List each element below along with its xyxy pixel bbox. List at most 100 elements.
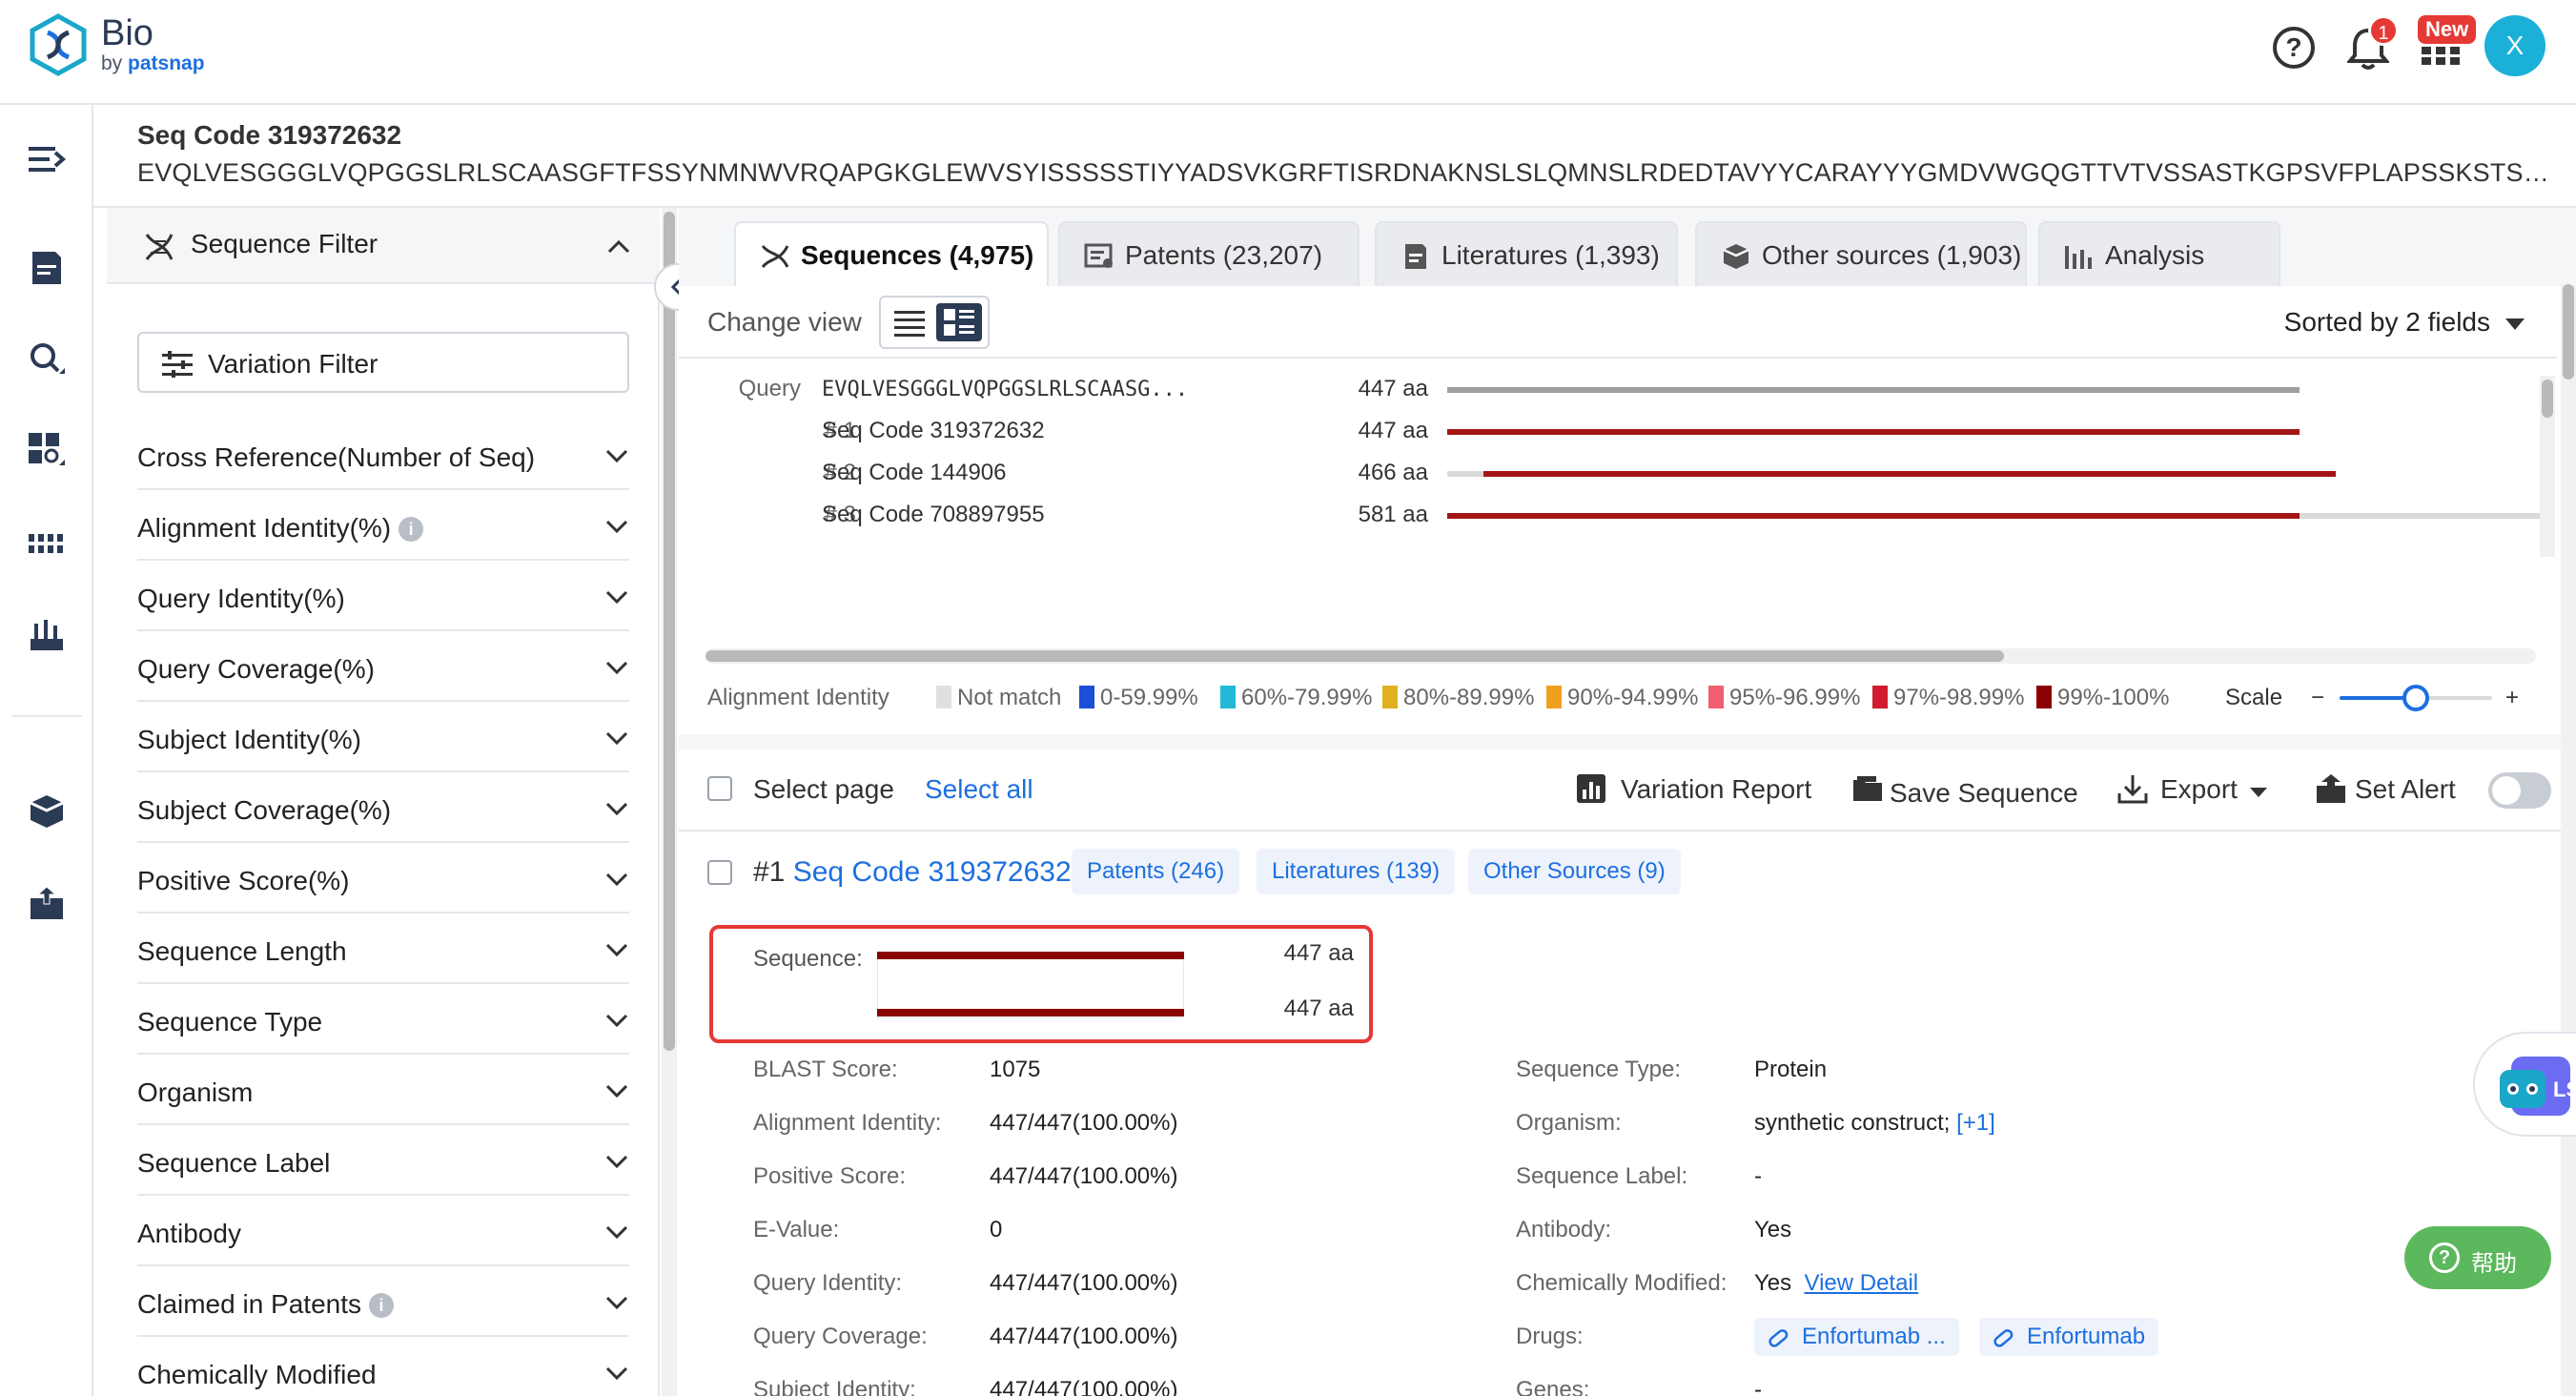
- box-icon[interactable]: [27, 791, 67, 831]
- pill-icon: [1766, 1325, 1790, 1350]
- other-sources-tag[interactable]: Other Sources (9): [1468, 849, 1681, 894]
- scale-slider-handle[interactable]: [2402, 685, 2429, 711]
- chevron-down-icon[interactable]: [604, 1152, 629, 1171]
- scale-minus-button[interactable]: −: [2311, 685, 2324, 711]
- result-checkbox[interactable]: [707, 860, 732, 885]
- lab-icon[interactable]: [27, 616, 67, 656]
- tab-label: Literatures (1,393): [1441, 240, 1660, 271]
- result-title-link[interactable]: Seq Code 319372632: [793, 856, 1072, 888]
- legend-swatch: [2036, 686, 2052, 708]
- scrollbar-thumb[interactable]: [2542, 380, 2553, 418]
- chevron-down-icon[interactable]: [604, 1293, 629, 1312]
- filter-item[interactable]: Positive Score(%): [137, 843, 629, 914]
- scrollbar-thumb[interactable]: [664, 212, 675, 1051]
- tab-dna[interactable]: Sequences (4,975): [734, 221, 1049, 288]
- view-toolbar: Change view Sorted by 2 fields: [679, 286, 2557, 359]
- literatures-tag[interactable]: Literatures (139): [1257, 849, 1455, 894]
- filter-item[interactable]: Subject Identity(%): [137, 702, 629, 772]
- alignment-row[interactable]: # 3Seq Code 708897955581 aa: [679, 494, 2557, 536]
- notification-bell[interactable]: 1: [2347, 27, 2389, 71]
- legend-swatch: [1220, 686, 1236, 708]
- chevron-up-icon[interactable]: [606, 235, 631, 259]
- filter-item[interactable]: Query Identity(%): [137, 561, 629, 631]
- alignment-row[interactable]: QueryEVQLVESGGGLVQPGGSLRLSCAASG...447 aa: [679, 368, 2557, 410]
- chevron-down-icon[interactable]: [604, 658, 629, 677]
- ai-assistant-button[interactable]: LS: [2473, 1032, 2576, 1137]
- scrollbar-thumb[interactable]: [2563, 284, 2574, 380]
- analysis-icon[interactable]: [27, 431, 67, 471]
- chevron-down-icon[interactable]: [604, 1011, 629, 1030]
- chevron-down-icon[interactable]: [604, 1364, 629, 1383]
- barcode-icon[interactable]: [27, 524, 67, 565]
- app-logo[interactable]: Bio by patsnap: [29, 13, 205, 76]
- tab-bar-chart[interactable]: Analysis: [2038, 221, 2280, 286]
- chevron-down-icon[interactable]: [604, 446, 629, 465]
- variation-filter-button[interactable]: Variation Filter: [137, 332, 629, 393]
- chevron-down-icon[interactable]: [604, 870, 629, 889]
- scale-plus-button[interactable]: +: [2505, 685, 2519, 711]
- list-view-icon[interactable]: [890, 307, 929, 338]
- main-scrollbar[interactable]: [2561, 284, 2576, 1396]
- scrollbar-thumb[interactable]: [705, 650, 2004, 662]
- organism-more-link[interactable]: [+1]: [1956, 1110, 1995, 1136]
- alignment-row[interactable]: # 1Seq Code 319372632447 aa: [679, 410, 2557, 452]
- caret-down-icon[interactable]: [2250, 788, 2267, 797]
- select-page-checkbox[interactable]: [707, 776, 732, 801]
- document-icon[interactable]: [27, 248, 67, 288]
- caret-down-icon[interactable]: [2505, 318, 2525, 330]
- chevron-down-icon[interactable]: [604, 587, 629, 606]
- field-value: 0: [990, 1217, 1002, 1243]
- filter-item[interactable]: Sequence Label: [137, 1125, 629, 1196]
- alignment-row[interactable]: # 4Seq Code 708897947582 aa: [679, 536, 2557, 542]
- export-icon[interactable]: [27, 883, 67, 923]
- legend-swatch: [1546, 686, 1562, 708]
- legend-swatch: [1872, 686, 1888, 708]
- chevron-down-icon[interactable]: [604, 940, 629, 959]
- genes-key: Genes:: [1516, 1377, 1589, 1396]
- search-icon[interactable]: [27, 339, 67, 380]
- filter-item[interactable]: Chemically Modified: [137, 1337, 629, 1396]
- filter-scrollbar[interactable]: [662, 208, 677, 1396]
- info-icon[interactable]: i: [369, 1293, 394, 1318]
- alignment-row[interactable]: # 2Seq Code 144906466 aa: [679, 452, 2557, 494]
- drug-chip[interactable]: Enfortumab: [1979, 1318, 2158, 1356]
- tab-literature[interactable]: Literatures (1,393): [1375, 221, 1678, 286]
- filter-item[interactable]: Antibody: [137, 1196, 629, 1266]
- chevron-down-icon[interactable]: [604, 1081, 629, 1100]
- filter-item[interactable]: Query Coverage(%): [137, 631, 629, 702]
- filter-item-label: Sequence Length: [137, 936, 347, 967]
- alignment-hscrollbar[interactable]: [705, 648, 2536, 664]
- filter-item[interactable]: Organism: [137, 1055, 629, 1125]
- set-alert-toggle[interactable]: [2488, 772, 2551, 809]
- user-avatar[interactable]: X: [2484, 15, 2545, 76]
- filter-item[interactable]: Alignment Identity(%)i: [137, 490, 629, 561]
- help-icon[interactable]: ?: [2273, 27, 2315, 69]
- chevron-down-icon[interactable]: [604, 799, 629, 818]
- tab-patent[interactable]: Patents (23,207): [1058, 221, 1360, 286]
- chevron-down-icon[interactable]: [604, 517, 629, 536]
- detail-view-button[interactable]: [936, 303, 982, 341]
- filter-item[interactable]: Claimed in Patentsi: [137, 1266, 629, 1337]
- sort-dropdown[interactable]: Sorted by 2 fields: [2284, 307, 2490, 338]
- view-detail-link[interactable]: View Detail: [1805, 1270, 1919, 1296]
- info-icon[interactable]: i: [399, 517, 423, 542]
- chevron-down-icon[interactable]: [604, 729, 629, 748]
- drug-chip[interactable]: Enfortumab ...: [1754, 1318, 1959, 1356]
- menu-expand-icon[interactable]: [27, 139, 67, 179]
- variation-report-button[interactable]: Variation Report: [1621, 774, 1811, 805]
- select-all-link[interactable]: Select all: [925, 774, 1033, 805]
- help-fab[interactable]: ? 帮助: [2404, 1226, 2551, 1289]
- filter-item[interactable]: Subject Coverage(%): [137, 772, 629, 843]
- patents-tag[interactable]: Patents (246): [1072, 849, 1239, 894]
- export-button[interactable]: Export: [2160, 774, 2238, 805]
- save-sequence-button[interactable]: Save Sequence: [1890, 778, 2078, 809]
- section-separator: [679, 734, 2576, 749]
- alignment-vscrollbar[interactable]: [2540, 376, 2555, 557]
- filter-item[interactable]: Sequence Type: [137, 984, 629, 1055]
- apps-menu[interactable]: New: [2422, 36, 2460, 65]
- chevron-down-icon[interactable]: [604, 1222, 629, 1242]
- filter-header[interactable]: Sequence Filter: [107, 208, 660, 284]
- tab-cube[interactable]: Other sources (1,903): [1695, 221, 2027, 286]
- filter-item[interactable]: Cross Reference(Number of Seq): [137, 420, 629, 490]
- filter-item[interactable]: Sequence Length: [137, 914, 629, 984]
